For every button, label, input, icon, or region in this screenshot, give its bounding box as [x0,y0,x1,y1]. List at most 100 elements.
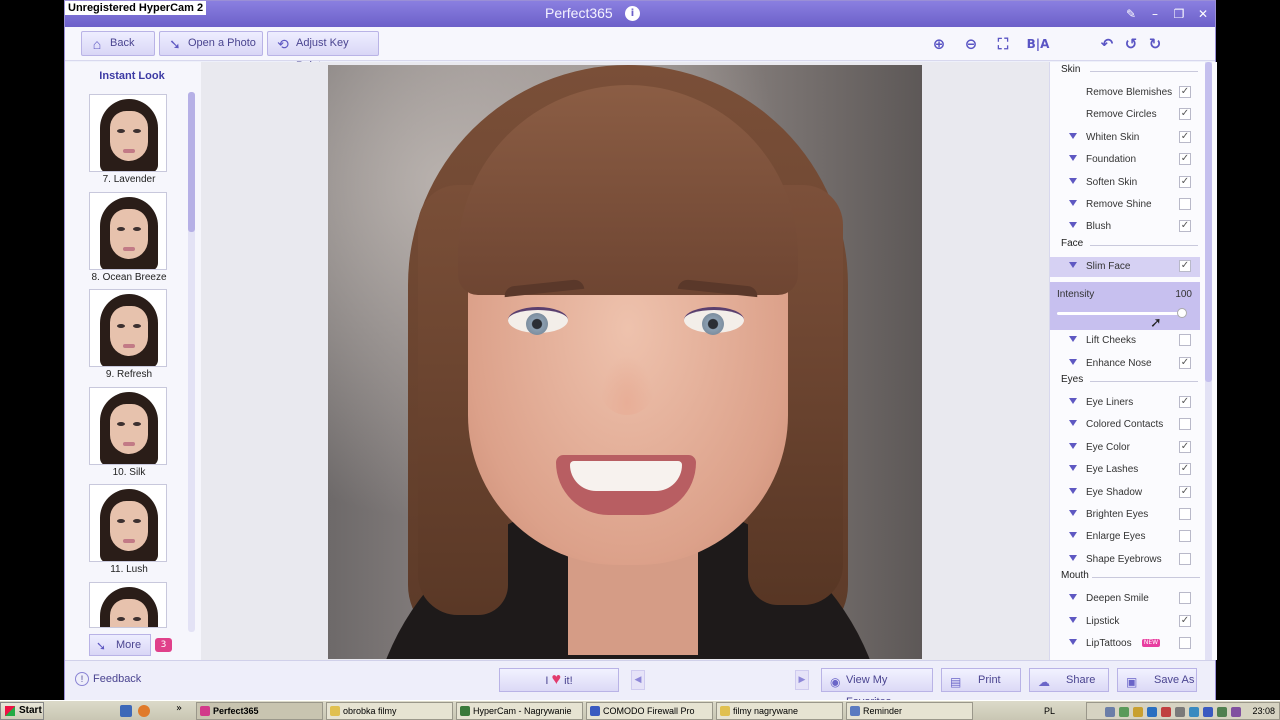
minimize-button[interactable]: – [1147,6,1163,22]
previous-arrow[interactable]: ◀ [631,670,645,690]
instant-look-item[interactable]: 9. Refresh [89,289,169,380]
option-row-eye-lashes[interactable]: Eye Lashes ✓ [1050,460,1200,480]
close-button[interactable]: ✕ [1195,6,1211,22]
share-button[interactable]: ☁ Share [1029,668,1109,692]
look-thumbnail[interactable] [89,386,167,465]
taskbar-item[interactable]: Reminder [846,702,973,720]
option-checkbox[interactable] [1179,637,1191,649]
portrait-photo[interactable] [328,65,922,659]
tray-icon-8[interactable] [1231,707,1241,717]
tray-icon-4[interactable] [1147,707,1157,717]
undo-icon[interactable]: ↺ [1121,34,1141,54]
option-row-slim-face[interactable]: Slim Face ✓ [1050,256,1200,277]
intensity-slider-track[interactable] [1057,312,1187,315]
zoom-out-icon[interactable]: ⊖ [961,34,981,54]
redo-icon[interactable]: ↻ [1145,34,1165,54]
option-row-blush[interactable]: Blush ✓ [1050,217,1200,237]
instant-look-item[interactable]: 10. Silk [89,386,169,478]
expand-triangle-icon[interactable] [1069,510,1077,516]
option-checkbox[interactable]: ✓ [1179,153,1191,166]
option-row-deepen-smile[interactable]: Deepen Smile [1050,589,1200,609]
open-photo-button[interactable]: ➘ Open a Photo [159,31,263,56]
options-scrollbar-thumb[interactable] [1205,62,1212,382]
instant-look-item[interactable]: 11. Lush [89,484,169,575]
option-row-eye-shadow[interactable]: Eye Shadow ✓ [1050,483,1200,503]
taskbar-item[interactable]: COMODO Firewall Pro [586,702,713,720]
expand-triangle-icon[interactable] [1069,261,1077,268]
expand-triangle-icon[interactable] [1069,222,1077,229]
option-checkbox[interactable]: ✓ [1179,175,1191,188]
taskbar-item[interactable]: Perfect365 [196,702,323,720]
next-arrow[interactable]: ▶ [795,670,809,690]
expand-triangle-icon[interactable] [1069,465,1077,472]
view-favorites-button[interactable]: ◉ View My Favorites [821,668,933,708]
expand-triangle-icon[interactable] [1069,616,1077,623]
option-checkbox[interactable] [1179,530,1191,543]
expand-triangle-icon[interactable] [1069,155,1077,162]
option-checkbox[interactable]: ✓ [1179,108,1191,121]
zoom-in-icon[interactable]: ⊕ [929,34,949,54]
quicklaunch-overflow-icon[interactable]: » [176,703,182,714]
expand-triangle-icon[interactable] [1069,442,1077,449]
adjust-key-points-button[interactable]: ⟲ Adjust Key Points [267,31,379,72]
fit-to-screen-icon[interactable]: ⛶ [993,34,1013,54]
option-checkbox[interactable] [1179,418,1191,431]
look-thumbnail[interactable] [89,94,167,172]
tray-icon-7[interactable] [1217,707,1227,717]
option-row-foundation[interactable]: Foundation ✓ [1050,150,1200,170]
expand-triangle-icon[interactable] [1069,487,1077,494]
expand-triangle-icon[interactable] [1069,554,1077,561]
option-row-liptattoos[interactable]: LipTattoos NEW [1050,634,1200,654]
look-thumbnail[interactable] [89,581,167,628]
option-checkbox[interactable] [1179,198,1191,210]
option-row-remove-blemishes[interactable]: Remove Blemishes ✓ [1050,83,1200,103]
taskbar-item[interactable]: filmy nagrywane [716,702,843,720]
network-icon[interactable] [1189,707,1199,717]
show-desktop-icon[interactable] [120,705,132,717]
option-checkbox[interactable]: ✓ [1179,86,1191,98]
print-button[interactable]: ▤ Print [941,668,1021,692]
option-row-remove-shine[interactable]: Remove Shine [1050,195,1200,215]
option-checkbox[interactable] [1179,508,1191,520]
look-thumbnail[interactable] [89,191,167,270]
option-checkbox[interactable]: ✓ [1179,396,1191,408]
start-button[interactable]: Start [0,702,44,720]
tray-icon-6[interactable] [1203,707,1213,717]
restore-button[interactable]: ❐ [1171,6,1187,22]
option-row-shape-eyebrows[interactable]: Shape Eyebrows [1050,550,1200,570]
option-row-brighten-eyes[interactable]: Brighten Eyes [1050,505,1200,525]
love-it-button[interactable]: I ♥ it! [499,668,619,692]
instant-look-item[interactable]: 7. Lavender [89,94,169,185]
option-row-remove-circles[interactable]: Remove Circles ✓ [1050,105,1200,125]
back-button[interactable]: ⌂ Back [81,31,155,56]
expand-triangle-icon[interactable] [1069,594,1077,601]
option-row-colored-contacts[interactable]: Colored Contacts [1050,415,1200,435]
tray-icon-2[interactable] [1119,707,1129,717]
option-checkbox[interactable]: ✓ [1179,485,1191,498]
instant-look-item[interactable] [89,581,169,630]
option-checkbox[interactable] [1179,592,1191,605]
option-checkbox[interactable]: ✓ [1179,259,1191,272]
option-checkbox[interactable]: ✓ [1179,130,1191,143]
settings-icon[interactable]: ✎ [1123,6,1139,22]
expand-triangle-icon[interactable] [1069,177,1077,184]
option-row-enhance-nose[interactable]: Enhance Nose ✓ [1050,354,1200,374]
expand-triangle-icon[interactable] [1069,132,1077,139]
expand-triangle-icon[interactable] [1069,639,1077,645]
expand-triangle-icon[interactable] [1069,532,1077,539]
option-row-eye-color[interactable]: Eye Color ✓ [1050,438,1200,458]
option-row-lipstick[interactable]: Lipstick ✓ [1050,612,1200,632]
info-icon[interactable]: i [625,6,640,21]
expand-triangle-icon[interactable] [1069,336,1077,343]
option-checkbox[interactable]: ✓ [1179,220,1191,233]
expand-triangle-icon[interactable] [1069,398,1077,404]
option-checkbox[interactable] [1179,552,1191,565]
looks-scrollbar[interactable] [188,92,195,632]
tray-icon-1[interactable] [1105,707,1115,717]
undo-all-icon[interactable]: ↶ [1097,34,1117,54]
tray-icon-3[interactable] [1133,707,1143,717]
option-row-lift-cheeks[interactable]: Lift Cheeks [1050,331,1200,351]
before-after-toggle[interactable]: B|A [1025,34,1051,54]
options-scrollbar[interactable] [1205,62,1212,660]
option-row-soften-skin[interactable]: Soften Skin ✓ [1050,173,1200,193]
